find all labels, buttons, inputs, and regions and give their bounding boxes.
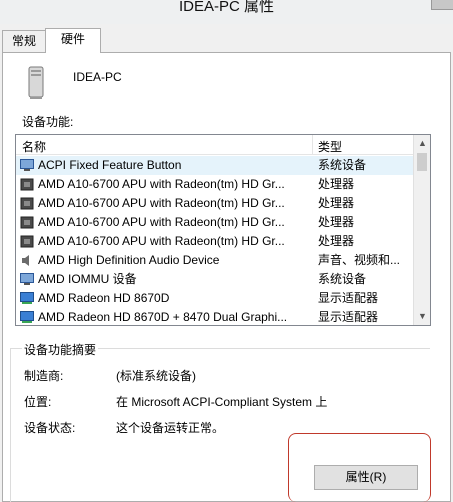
scroll-up-arrow-icon[interactable]: ▲ — [414, 135, 430, 152]
computer-tower-icon — [28, 66, 44, 99]
speaker-icon — [22, 255, 29, 266]
column-header-name[interactable]: 名称 — [22, 138, 46, 155]
close-button[interactable] — [431, 0, 453, 10]
list-item[interactable]: AMD IOMMU 设备 系统设备 — [16, 270, 413, 289]
device-name: AMD A10-6700 APU with Radeon(tm) HD Gr..… — [38, 177, 285, 191]
device-name: AMD A10-6700 APU with Radeon(tm) HD Gr..… — [38, 215, 285, 229]
manufacturer-label: 制造商: — [24, 369, 64, 383]
window-title: IDEA-PC 属性 — [178, 0, 274, 15]
list-item[interactable]: AMD Radeon HD 8670D 显示适配器 — [16, 289, 413, 308]
device-name: AMD High Definition Audio Device — [38, 253, 220, 267]
manufacturer-value: (标准系统设备) — [116, 369, 196, 383]
processor-icon — [20, 235, 34, 248]
device-type: 处理器 — [318, 177, 355, 191]
title-bar: IDEA-PC 属性 — [0, 0, 453, 24]
list-item[interactable]: AMD A10-6700 APU with Radeon(tm) HD Gr..… — [16, 213, 413, 232]
device-name: AMD A10-6700 APU with Radeon(tm) HD Gr..… — [38, 196, 285, 210]
list-item[interactable]: AMD A10-6700 APU with Radeon(tm) HD Gr..… — [16, 232, 413, 251]
processor-icon — [20, 197, 34, 210]
scroll-thumb[interactable] — [417, 153, 427, 171]
computer-name: IDEA-PC — [73, 70, 122, 84]
scroll-down-arrow-icon[interactable]: ▼ — [414, 308, 430, 325]
device-type: 系统设备 — [318, 158, 367, 172]
device-name: AMD Radeon HD 8670D — [38, 291, 170, 305]
system-device-icon — [20, 273, 34, 285]
list-header: 名称 类型 — [16, 135, 413, 155]
device-name: AMD A10-6700 APU with Radeon(tm) HD Gr..… — [38, 234, 285, 248]
device-name: AMD IOMMU 设备 — [38, 272, 137, 286]
device-type: 显示适配器 — [318, 291, 379, 305]
column-separator[interactable] — [312, 135, 313, 155]
tab-general[interactable]: 常规 — [2, 30, 46, 52]
properties-button[interactable]: 属性(R) — [314, 465, 418, 490]
summary-group-title: 设备功能摘要 — [22, 341, 99, 358]
device-type: 系统设备 — [318, 272, 367, 286]
display-adapter-icon — [20, 311, 34, 323]
status-value: 这个设备运转正常。 — [116, 421, 225, 435]
list-item[interactable]: AMD A10-6700 APU with Radeon(tm) HD Gr..… — [16, 194, 413, 213]
device-type: 声音、视频和... — [318, 253, 401, 267]
device-functions-label: 设备功能: — [22, 115, 74, 129]
device-type: 处理器 — [318, 215, 355, 229]
location-value: 在 Microsoft ACPI-Compliant System 上 — [116, 395, 328, 409]
list-item[interactable]: AMD High Definition Audio Device 声音、视频和.… — [16, 251, 413, 270]
device-name: ACPI Fixed Feature Button — [38, 158, 182, 172]
vertical-scrollbar[interactable]: ▲ ▼ — [413, 135, 430, 325]
device-type: 处理器 — [318, 234, 355, 248]
device-list[interactable]: 名称 类型 ACPI Fixed Feature Button 系统设备 AMD… — [15, 134, 431, 326]
status-label: 设备状态: — [24, 421, 76, 435]
device-type: 处理器 — [318, 196, 355, 210]
processor-icon — [20, 178, 34, 191]
location-label: 位置: — [24, 395, 52, 409]
column-header-type[interactable]: 类型 — [318, 138, 342, 155]
device-name: AMD Radeon HD 8670D + 8470 Dual Graphi..… — [38, 310, 288, 324]
list-item[interactable]: AMD A10-6700 APU with Radeon(tm) HD Gr..… — [16, 175, 413, 194]
system-device-icon — [20, 159, 34, 171]
device-type: 显示适配器 — [318, 310, 379, 324]
processor-icon — [20, 216, 34, 229]
tab-hardware[interactable]: 硬件 — [45, 28, 101, 53]
list-item[interactable]: AMD Radeon HD 8670D + 8470 Dual Graphi..… — [16, 308, 413, 325]
display-adapter-icon — [20, 292, 34, 304]
list-item[interactable]: ACPI Fixed Feature Button 系统设备 — [16, 156, 413, 175]
device-rows: ACPI Fixed Feature Button 系统设备 AMD A10-6… — [16, 156, 413, 325]
